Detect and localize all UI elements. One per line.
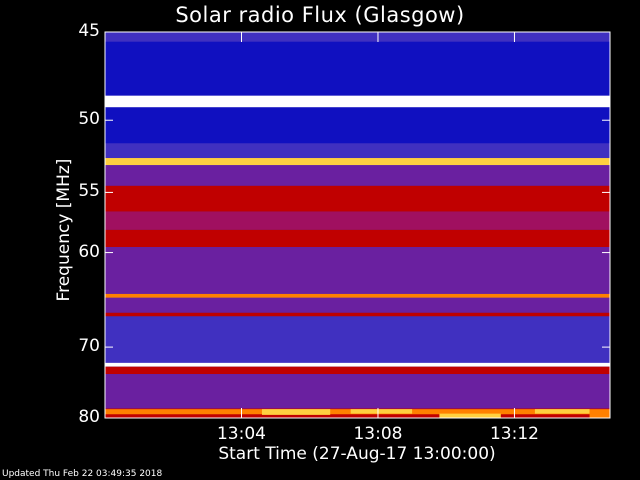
frequency-band (105, 312, 610, 317)
frequency-band (105, 374, 610, 409)
x-tick-label: 13:04 (216, 424, 266, 444)
frequency-band (105, 165, 610, 186)
frequency-band (105, 41, 610, 96)
x-tick-label: 13:12 (489, 424, 539, 444)
x-tick-label: 13:08 (353, 424, 403, 444)
frequency-band (105, 185, 610, 212)
frequency-band (105, 229, 610, 248)
frequency-band (105, 316, 610, 363)
burst-region (534, 409, 590, 414)
y-tick-label: 60 (78, 241, 100, 262)
frequency-band (105, 143, 610, 159)
frequency-band (105, 95, 610, 108)
y-axis-label: Frequency [MHz] (54, 158, 74, 302)
y-tick-label: 55 (78, 181, 100, 202)
frequency-band (105, 362, 610, 367)
x-axis-label: Start Time (27-Aug-17 13:00:00) (218, 444, 496, 464)
y-tick-label: 50 (78, 109, 100, 130)
burst-region (589, 411, 610, 418)
update-timestamp: Updated Thu Feb 22 03:49:35 2018 (2, 469, 163, 479)
frequency-band (105, 297, 610, 313)
frequency-band (105, 158, 610, 166)
burst-region (439, 413, 501, 418)
y-tick-label: 80 (78, 407, 100, 427)
frequency-band (105, 107, 610, 144)
y-tick-label: 45 (78, 21, 100, 41)
frequency-band (105, 211, 610, 230)
burst-region (261, 409, 331, 415)
frequency-band (105, 32, 610, 42)
y-tick-label: 70 (78, 336, 100, 357)
frequency-band (105, 366, 610, 375)
frequency-band (105, 247, 610, 294)
burst-region (350, 409, 413, 414)
frequency-band (105, 293, 610, 298)
